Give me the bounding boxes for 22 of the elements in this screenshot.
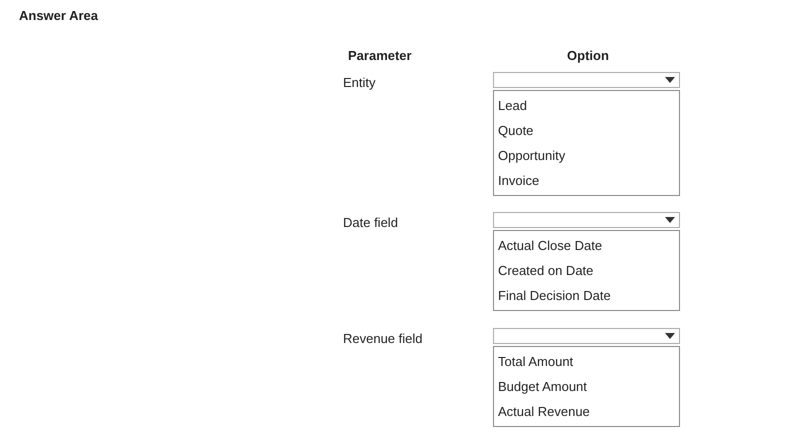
caret-icon	[665, 332, 675, 338]
option-item[interactable]: Actual Close Date	[494, 232, 679, 258]
option-item[interactable]: Invoice	[494, 168, 679, 192]
option-item[interactable]: Lead	[494, 92, 679, 118]
column-header: Parameter	[347, 47, 412, 65]
parameter-label: Revenue field	[343, 330, 422, 348]
dropdown[interactable]	[493, 212, 680, 228]
option-item[interactable]: Actual Revenue	[494, 398, 679, 424]
caret-icon	[665, 76, 675, 82]
parameter-label: Entity	[343, 74, 376, 92]
dropdown[interactable]	[493, 328, 680, 344]
column-header: Option	[567, 47, 609, 65]
option-item[interactable]: Final Decision Date	[494, 282, 679, 308]
option-item[interactable]: Budget Amount	[494, 374, 679, 398]
option-item[interactable]: Created on Date	[494, 258, 679, 282]
answer-area-title: Answer Area	[19, 7, 98, 25]
caret-icon	[665, 216, 675, 222]
parameter-label: Date field	[343, 214, 398, 232]
dropdown[interactable]	[493, 72, 680, 88]
option-item[interactable]: Quote	[494, 118, 679, 142]
option-item[interactable]: Total Amount	[494, 348, 679, 374]
option-item[interactable]: Opportunity	[494, 142, 679, 168]
